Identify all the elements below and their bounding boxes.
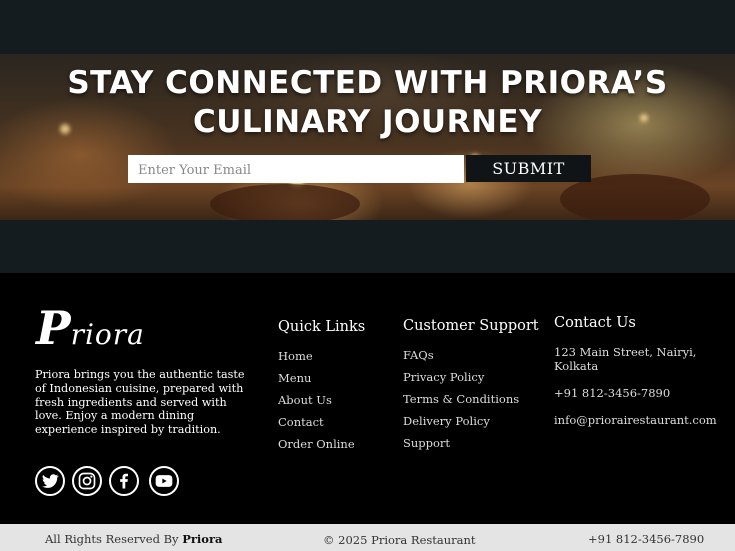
copyright-text: © 2025 Priora Restaurant <box>323 533 476 547</box>
bottom-phone[interactable]: +91 812-3456-7890 <box>588 532 704 546</box>
customer-support-column: Customer Support FAQs Privacy Policy Ter… <box>403 318 539 458</box>
quick-links-title: Quick Links <box>278 319 366 335</box>
quick-links-column: Quick Links Home Menu About Us Contact O… <box>278 319 365 459</box>
quick-link-home[interactable]: Home <box>278 349 365 371</box>
decor-table <box>210 184 360 220</box>
bottom-bar: All Rights Reserved By Priora © 2025 Pri… <box>0 524 735 551</box>
support-link-terms[interactable]: Terms & Conditions <box>403 392 539 414</box>
footer: Priora Priora brings you the authentic t… <box>0 273 735 524</box>
quick-link-contact[interactable]: Contact <box>278 415 365 437</box>
facebook-link[interactable] <box>109 466 139 496</box>
email-input[interactable] <box>128 155 464 183</box>
contact-title: Contact Us <box>554 315 636 331</box>
instagram-link[interactable] <box>72 466 102 496</box>
newsletter-banner: STAY CONNECTED WITH PRIORA’S CULINARY JO… <box>0 54 735 220</box>
contact-address: 123 Main Street, Nairyi, Kolkata <box>554 345 697 373</box>
banner-title-line1: STAY CONNECTED WITH PRIORA’S <box>67 65 668 101</box>
rights-text: All Rights Reserved By Priora <box>45 532 222 546</box>
contact-phone[interactable]: +91 812-3456-7890 <box>554 386 724 400</box>
youtube-link[interactable] <box>149 466 179 496</box>
facebook-icon <box>120 473 128 489</box>
quick-link-menu[interactable]: Menu <box>278 371 365 393</box>
support-link-faqs[interactable]: FAQs <box>403 348 539 370</box>
divider-strip <box>0 220 735 273</box>
submit-button[interactable]: SUBMIT <box>466 155 591 182</box>
footer-logo[interactable]: Priora <box>36 305 145 351</box>
banner-title: STAY CONNECTED WITH PRIORA’S CULINARY JO… <box>0 64 735 142</box>
quick-link-order-online[interactable]: Order Online <box>278 437 365 459</box>
logo-initial: P <box>36 301 71 355</box>
instagram-icon <box>78 472 96 490</box>
contact-email[interactable]: info@priorairestaurant.com <box>554 413 724 427</box>
support-link-privacy[interactable]: Privacy Policy <box>403 370 539 392</box>
customer-support-title: Customer Support <box>403 318 539 334</box>
about-text: Priora brings you the authentic taste of… <box>35 368 245 437</box>
youtube-icon <box>155 475 173 487</box>
support-link-support[interactable]: Support <box>403 436 539 458</box>
top-strip <box>0 0 735 54</box>
support-link-delivery[interactable]: Delivery Policy <box>403 414 539 436</box>
logo-rest: riora <box>70 318 145 351</box>
quick-link-about[interactable]: About Us <box>278 393 365 415</box>
rights-prefix: All Rights Reserved By <box>45 532 179 546</box>
twitter-link[interactable] <box>35 466 65 496</box>
banner-title-line2: CULINARY JOURNEY <box>192 104 543 140</box>
contact-column: Contact Us 123 Main Street, Nairyi, Kolk… <box>554 315 724 440</box>
rights-brand[interactable]: Priora <box>182 532 222 546</box>
twitter-icon <box>42 474 59 488</box>
